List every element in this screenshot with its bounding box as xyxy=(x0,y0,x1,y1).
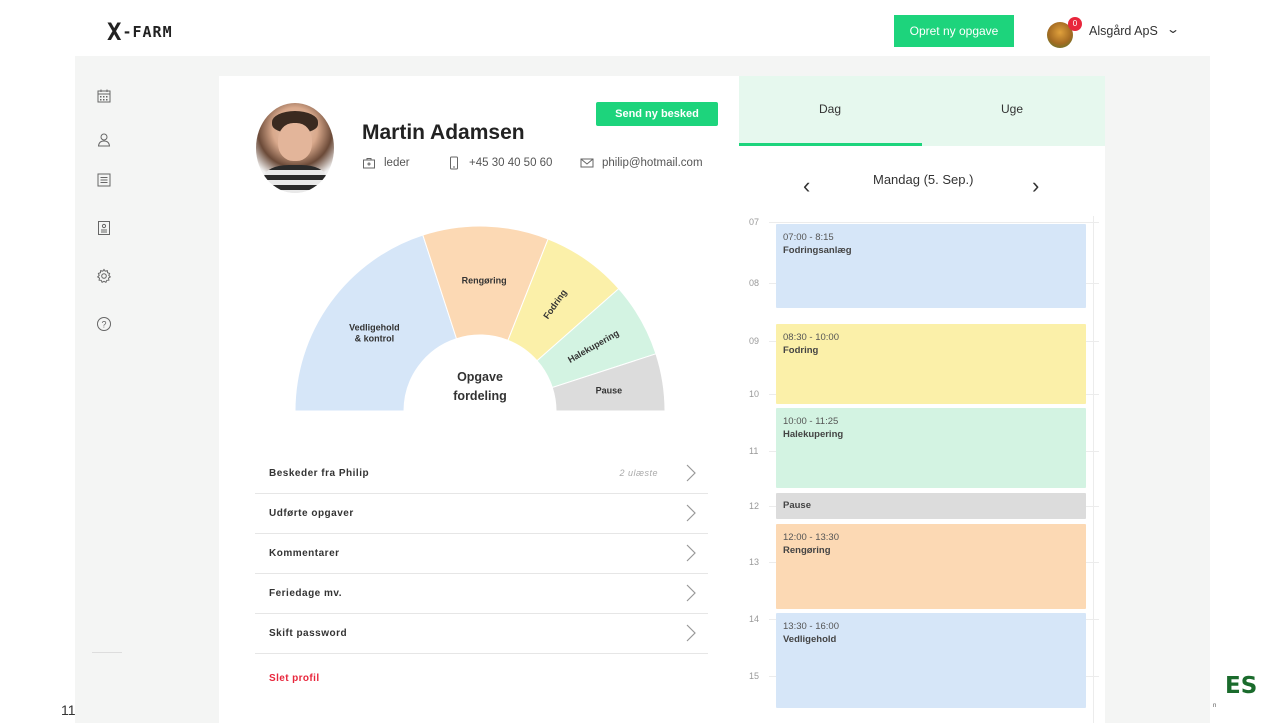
hour-label: 14 xyxy=(749,614,760,624)
chevron-right-icon xyxy=(686,544,696,562)
calendar-icon[interactable] xyxy=(96,88,112,104)
prev-day-button[interactable]: ‹ xyxy=(803,173,810,199)
donut-chart: Vedligehold & kontrolRengøringFodringHale… xyxy=(294,225,666,412)
chart-title-line-2: fordeling xyxy=(453,389,506,403)
phone-text: +45 30 40 50 60 xyxy=(469,157,553,169)
top-bar: X-FARM Opret ny opgave 0 Alsgård ApS ⌄ xyxy=(75,8,1210,56)
create-task-button[interactable]: Opret ny opgave xyxy=(894,15,1014,47)
email-text: philip@hotmail.com xyxy=(602,157,703,169)
event-time: 10:00 - 11:25 xyxy=(783,416,839,427)
hour-label: 13 xyxy=(749,557,760,567)
menu-item-label: Kommentarer xyxy=(269,548,340,559)
user-icon[interactable] xyxy=(96,132,112,148)
role-text: leder xyxy=(384,157,410,169)
brand-subtext: n xyxy=(1213,703,1217,709)
event-title: Fodring xyxy=(783,345,819,356)
company-name[interactable]: Alsgård ApS xyxy=(1089,24,1158,38)
event-title: Halekupering xyxy=(783,429,844,440)
menu-item-label: Feriedage mv. xyxy=(269,588,343,599)
app-window: X-FARM Opret ny opgave 0 Alsgård ApS ⌄ ? xyxy=(75,8,1210,723)
calendar-event[interactable]: 12:00 - 13:30 Rengøring xyxy=(776,524,1086,609)
menu-item-change-password[interactable]: Skift password xyxy=(255,614,708,654)
profile-photo xyxy=(256,103,334,193)
list-icon[interactable] xyxy=(96,172,112,188)
mail-icon xyxy=(580,158,594,168)
menu-item-label: Udførte opgaver xyxy=(269,508,354,519)
hour-label: 09 xyxy=(749,336,760,346)
event-time: 08:30 - 10:00 xyxy=(783,332,839,343)
event-time: 12:00 - 13:30 xyxy=(783,532,839,543)
menu-item-label: Beskeder fra Philip xyxy=(269,468,370,479)
task-distribution-chart: Vedligehold & kontrol Rengøring Fodring Hale… xyxy=(289,221,669,421)
sidebar-divider xyxy=(92,652,122,653)
menu-item-comments[interactable]: Kommentarer xyxy=(255,534,708,574)
profile-menu: Beskeder fra Philip 2 ulæste Udførte opg… xyxy=(255,454,708,654)
calendar-event[interactable]: 07:00 - 8:15 Fodringsanlæg xyxy=(776,224,1086,308)
gear-icon[interactable] xyxy=(96,268,112,284)
menu-item-completed-tasks[interactable]: Udførte opgaver xyxy=(255,494,708,534)
chevron-right-icon xyxy=(686,464,696,482)
menu-item-messages[interactable]: Beskeder fra Philip 2 ulæste xyxy=(255,454,708,494)
help-icon[interactable]: ? xyxy=(96,316,112,332)
chart-slice-label: Pause xyxy=(596,386,623,396)
event-time: 13:30 - 16:00 xyxy=(783,621,839,632)
hour-label: 11 xyxy=(749,446,759,456)
chevron-right-icon xyxy=(686,584,696,602)
hour-label: 07 xyxy=(749,217,760,227)
event-title: Fodringsanlæg xyxy=(783,245,852,256)
brand-logo: ES xyxy=(1225,673,1258,699)
chevron-right-icon xyxy=(686,624,696,642)
calendar-panel: Dag Uge ‹ Mandag (5. Sep.) › 07 08 09 10… xyxy=(739,76,1105,723)
tab-week[interactable]: Uge xyxy=(1001,102,1023,116)
hour-label: 08 xyxy=(749,278,760,288)
day-timeline: 07 08 09 10 11 12 13 14 15 07:00 - 8:15 … xyxy=(739,216,1105,723)
event-title: Pause xyxy=(783,500,811,511)
sidebar: ? xyxy=(75,56,130,723)
contact-card-icon[interactable] xyxy=(96,220,112,236)
logo-mark: X xyxy=(107,18,123,46)
chart-slice-label: Rengøring xyxy=(462,276,507,286)
menu-item-vacation[interactable]: Feriedage mv. xyxy=(255,574,708,614)
notification-badge: 0 xyxy=(1068,17,1082,31)
logo[interactable]: X-FARM xyxy=(107,18,173,46)
phone-info: +45 30 40 50 60 xyxy=(447,156,552,170)
role-info: leder xyxy=(362,156,410,170)
menu-item-label: Skift password xyxy=(269,628,348,639)
phone-icon xyxy=(450,156,458,170)
event-time: 07:00 - 8:15 xyxy=(783,232,834,243)
calendar-event[interactable]: 10:00 - 11:25 Halekupering xyxy=(776,408,1086,488)
briefcase-icon xyxy=(363,158,375,169)
calendar-tabs: Dag Uge xyxy=(739,76,1105,146)
slide-page-number: 11 xyxy=(61,702,76,718)
logo-text: -FARM xyxy=(122,23,173,41)
svg-text:?: ? xyxy=(101,320,106,330)
send-message-button[interactable]: Send ny besked xyxy=(596,102,718,126)
profile-name: Martin Adamsen xyxy=(362,121,525,144)
calendar-event[interactable]: 08:30 - 10:00 Fodring xyxy=(776,324,1086,404)
chevron-down-icon[interactable]: ⌄ xyxy=(1166,22,1180,36)
chart-slice-label: Vedligehold & kontrol xyxy=(349,322,400,343)
chart-title-line-1: Opgave xyxy=(457,370,503,384)
tab-day[interactable]: Dag xyxy=(819,102,841,116)
profile-panel: Martin Adamsen Send ny besked leder +45 … xyxy=(219,76,739,723)
hour-label: 10 xyxy=(749,389,760,399)
hour-label: 12 xyxy=(749,501,760,511)
next-day-button[interactable]: › xyxy=(1032,173,1039,199)
chevron-right-icon xyxy=(686,504,696,522)
calendar-event[interactable]: Pause xyxy=(776,493,1086,519)
hour-label: 15 xyxy=(749,671,760,681)
delete-profile-link[interactable]: Slet profil xyxy=(269,673,320,684)
unread-count: 2 ulæste xyxy=(619,468,658,478)
event-title: Rengøring xyxy=(783,545,831,556)
email-info[interactable]: philip@hotmail.com xyxy=(580,156,703,170)
calendar-event[interactable]: 13:30 - 16:00 Vedligehold xyxy=(776,613,1086,708)
calendar-date: Mandag (5. Sep.) xyxy=(873,172,974,187)
event-title: Vedligehold xyxy=(783,634,837,645)
active-tab-indicator xyxy=(739,143,922,146)
